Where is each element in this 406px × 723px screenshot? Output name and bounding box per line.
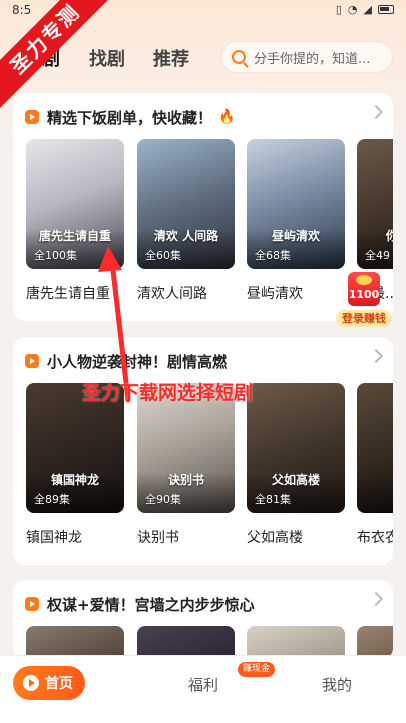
drama-title[interactable]: 布衣农 xyxy=(357,527,393,547)
episode-count: 全89集 xyxy=(34,493,70,506)
drama-card[interactable]: 昼屿清欢 全68集 昼屿清欢 xyxy=(247,139,345,303)
section-header[interactable]: 精选下饭剧单，快收藏！ 🔥 xyxy=(25,107,235,127)
episode-count: 全81集 xyxy=(255,493,291,506)
section-header[interactable]: 权谋+爱情！宫墙之内步步惊心 xyxy=(25,594,255,614)
drama-card[interactable]: 布衣 布衣农 xyxy=(357,383,393,547)
drama-card[interactable]: 镇国神龙 全89集 镇国神龙 xyxy=(26,383,124,547)
signal-icon: ◢ xyxy=(363,3,372,16)
drama-card[interactable]: 父如高楼 全81集 父如高楼 xyxy=(247,383,345,547)
section-title: 小人物逆袭封神！剧情高燃 xyxy=(47,352,228,371)
watermark-text: 圣力下载网选择短剧 xyxy=(82,382,254,404)
poster-title: 布衣 xyxy=(357,471,393,488)
bottom-navigation: 首页 福利 赚现金 我的 xyxy=(0,655,406,723)
search-placeholder: 分手你提的，知道... xyxy=(254,51,371,67)
drama-title[interactable]: 父如高楼 xyxy=(247,527,345,547)
nav-profile-button[interactable]: 我的 xyxy=(322,674,352,695)
poster-title: 你 但在 xyxy=(385,229,393,243)
status-icons: ▯ ◔ ◢ xyxy=(336,3,394,16)
vibrate-icon: ▯ xyxy=(335,3,342,16)
poster-title: 诀别书 xyxy=(167,473,204,487)
drama-section-2: 小人物逆袭封神！剧情高燃 镇国神龙 全89集 镇国神龙 诀别书 全90集 诀别书… xyxy=(13,337,393,565)
search-icon xyxy=(232,50,246,64)
play-icon xyxy=(25,354,39,368)
episode-count: 全100集 xyxy=(34,249,77,262)
section-title: 精选下饭剧单，快收藏！ xyxy=(47,108,213,127)
drama-title[interactable]: 昼屿清欢 xyxy=(247,283,345,303)
drama-title[interactable]: 镇国神龙 xyxy=(26,527,124,547)
nav-home-button[interactable]: 首页 xyxy=(13,666,85,700)
poster-title: 父如高楼 xyxy=(271,473,320,487)
play-circle-icon xyxy=(23,675,39,691)
drama-poster[interactable]: 昼屿清欢 全68集 xyxy=(247,139,345,269)
episode-count: 全68集 xyxy=(255,249,291,262)
search-input[interactable]: 分手你提的，知道... xyxy=(221,41,393,73)
earn-cash-badge: 赚现金 xyxy=(238,662,276,677)
drama-poster[interactable]: 唐先生请自重 全100集 xyxy=(26,139,124,269)
fire-icon: 🔥 xyxy=(218,109,236,125)
drama-card[interactable]: 清欢 人间路 全60集 清欢人间路 xyxy=(137,139,235,303)
drama-section-3: 权谋+爱情！宫墙之内步步惊心 xyxy=(13,580,393,660)
drama-title[interactable]: 清欢人间路 xyxy=(137,283,235,303)
poster-title: 镇国神龙 xyxy=(50,473,99,487)
poster-title: 清欢 人间路 xyxy=(153,229,219,243)
section-title: 权谋+爱情！宫墙之内步步惊心 xyxy=(47,595,255,614)
drama-title[interactable]: 唐先生请自重 xyxy=(26,283,124,303)
battery-icon xyxy=(378,5,394,14)
episode-count: 全60集 xyxy=(145,249,181,262)
nav-welfare-button[interactable]: 福利 xyxy=(188,674,218,695)
drama-card[interactable]: 唐先生请自重 全100集 唐先生请自重 xyxy=(26,139,124,303)
section-header[interactable]: 小人物逆袭封神！剧情高燃 xyxy=(25,351,227,371)
play-icon xyxy=(25,110,39,124)
drama-poster[interactable]: 布衣 xyxy=(357,383,393,513)
chevron-right-icon[interactable] xyxy=(368,348,384,364)
episode-count: 全90集 xyxy=(145,493,181,506)
drama-poster[interactable]: 清欢 人间路 全60集 xyxy=(137,139,235,269)
poster-title: 唐先生请自重 xyxy=(38,229,111,243)
login-reward-promo[interactable]: 1100 登录赚钱 xyxy=(336,272,392,327)
tab-recommend[interactable]: 推荐 xyxy=(153,45,189,71)
nav-home-label: 首页 xyxy=(45,676,73,692)
wifi-icon: ◔ xyxy=(347,3,358,16)
tab-find-drama[interactable]: 找剧 xyxy=(89,45,125,71)
promo-label: 登录赚钱 xyxy=(336,310,392,327)
episode-count: 全49 xyxy=(365,249,390,262)
drama-title[interactable]: 诀别书 xyxy=(137,527,235,547)
drama-poster[interactable]: 父如高楼 全81集 xyxy=(247,383,345,513)
chevron-right-icon[interactable] xyxy=(368,104,384,120)
drama-card[interactable]: 诀别书 全90集 诀别书 xyxy=(137,383,235,547)
poster-title: 昼屿清欢 xyxy=(271,229,320,243)
drama-poster[interactable]: 你 但在 全49 xyxy=(357,139,393,269)
red-envelope-icon: 1100 xyxy=(348,272,380,306)
play-icon xyxy=(25,597,39,611)
chevron-right-icon[interactable] xyxy=(368,591,384,607)
status-time: 8:5 xyxy=(12,3,32,17)
